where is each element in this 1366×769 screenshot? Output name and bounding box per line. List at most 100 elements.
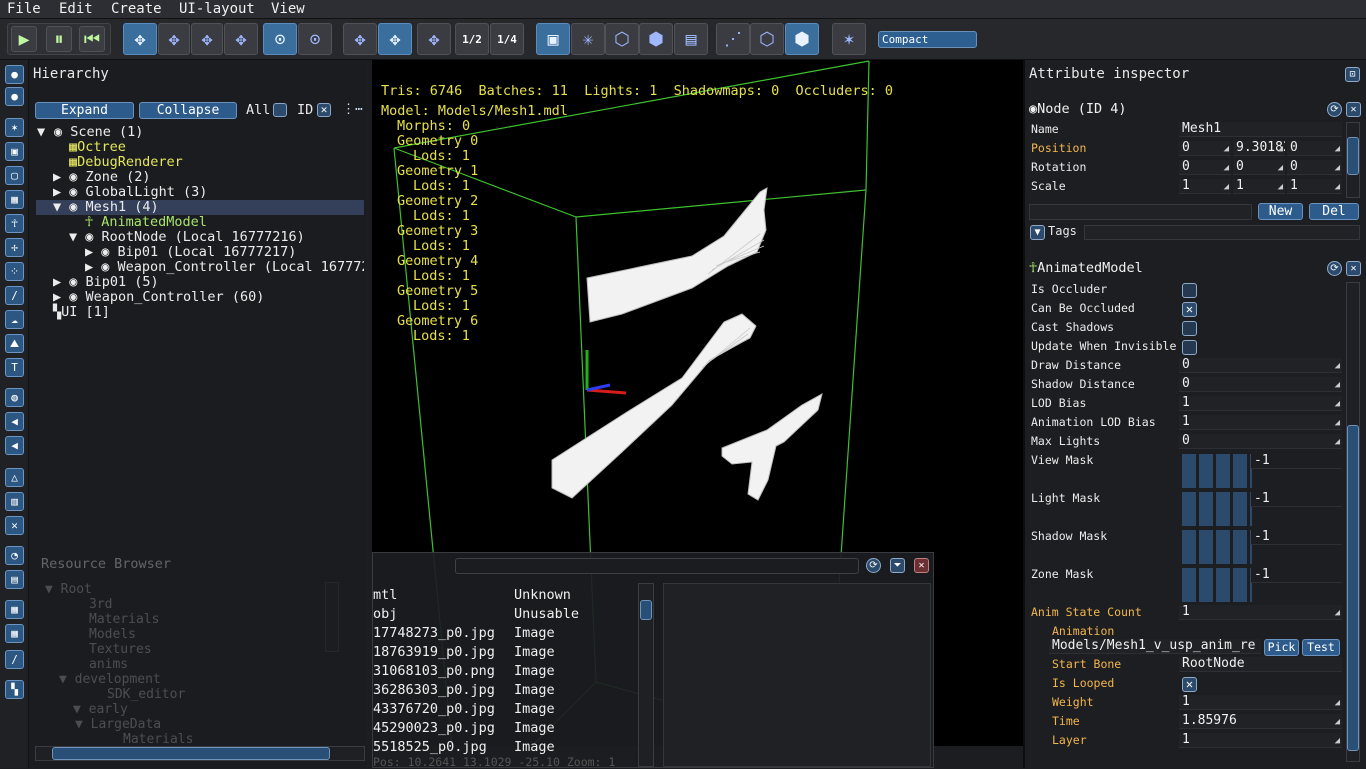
refresh-icon[interactable]: ⟳ [866, 558, 881, 573]
menu-file[interactable]: File [7, 1, 41, 17]
resource-item[interactable]: 3rd [89, 597, 112, 612]
remove-node-icon[interactable]: ✕ [1346, 102, 1361, 117]
create-terrain-icon[interactable]: ⛰ [5, 334, 24, 353]
test-animation-button[interactable]: Test [1302, 639, 1340, 656]
snap-quarter-icon[interactable]: 1/4 [490, 23, 524, 55]
file-row[interactable]: 45290023_p0.jpg [373, 720, 495, 736]
close-icon[interactable]: ✕ [914, 558, 929, 573]
snap-half-icon[interactable]: 1/2 [455, 23, 489, 55]
position-z-field[interactable]: 0 ◢ [1287, 141, 1342, 156]
create-replicated-icon[interactable]: ● [5, 87, 24, 106]
create-listener-icon[interactable]: ◀ [5, 436, 24, 455]
max-lights-field[interactable]: 0 ◢ [1179, 434, 1342, 449]
animation-field[interactable]: Models/Mesh1_v_usp_anim_re [1049, 639, 1261, 654]
lod-bias-field[interactable]: 1 ◢ [1179, 396, 1342, 411]
create-constraint-icon[interactable]: ▥ [5, 492, 24, 511]
view-mask-bits[interactable] [1182, 454, 1252, 488]
create-slider-icon[interactable]: ∕ [5, 650, 24, 669]
menu-edit[interactable]: Edit [59, 1, 93, 17]
light-mask-bits[interactable] [1182, 492, 1252, 526]
resource-item[interactable]: ▼ Root [45, 582, 92, 597]
menu-create[interactable]: Create [111, 1, 162, 17]
tree-node-zone[interactable]: ▶ ◉ Zone (2) [53, 169, 151, 185]
name-field[interactable]: Mesh1 [1179, 122, 1342, 137]
resource-item[interactable]: Models [89, 627, 136, 642]
pick-rigidbodies-icon[interactable]: ⬢ [639, 23, 673, 55]
tree-node-debugrenderer[interactable]: ▦DebugRenderer [69, 154, 183, 170]
rotation-x-field[interactable]: 0 ◢ [1179, 160, 1231, 175]
menu-ui-layout[interactable]: UI-layout [179, 1, 255, 17]
resource-item[interactable]: ▼ LargeData [75, 717, 161, 732]
create-sky-icon[interactable]: ☁ [5, 310, 24, 329]
create-speaker-icon[interactable]: ◀ [5, 412, 24, 431]
pick-geometry-icon[interactable]: ▣ [536, 23, 570, 55]
expand-arrow-icon[interactable]: ▼ [37, 124, 45, 140]
scale-x-field[interactable]: 1 ◢ [1179, 179, 1231, 194]
tree-node-weapon-controller-local[interactable]: ▶ ◉ Weapon_Controller (Local 167772 [85, 259, 364, 275]
node-attr-scrollbar[interactable] [1346, 122, 1360, 198]
shadow-distance-field[interactable]: 0 ◢ [1179, 377, 1342, 392]
create-node-icon[interactable]: ● [5, 65, 24, 84]
layer-field[interactable]: 1 ◢ [1179, 733, 1342, 748]
position-x-field[interactable]: 0 ◢ [1179, 141, 1231, 156]
tree-node-octree[interactable]: ▦Octree [69, 139, 126, 155]
tree-node-scene[interactable]: ◉ Scene (1) [54, 124, 143, 140]
is-looped-checkbox[interactable]: ✕ [1182, 677, 1197, 692]
fill-solid-icon[interactable]: ⬢ [785, 23, 819, 55]
create-navigation-icon[interactable]: ◔ [5, 546, 24, 565]
snap-scale-icon[interactable]: ✥ [417, 23, 451, 55]
create-billboard-icon[interactable]: ▦ [5, 190, 24, 209]
local-axis-icon[interactable]: ⊙ [263, 23, 297, 55]
rewind-icon[interactable]: ⏮ [79, 26, 105, 52]
zone-mask-value[interactable]: -1 [1251, 568, 1342, 583]
create-list-icon[interactable]: ▚ [5, 680, 24, 699]
filter-icon[interactable]: ⏷ [890, 558, 905, 573]
rotate-tool-icon[interactable]: ✥ [158, 23, 190, 55]
create-window-icon[interactable]: ▦ [5, 624, 24, 643]
tree-node-mesh1[interactable]: ▼ ◉ Mesh1 (4) [53, 199, 159, 215]
remove-component-icon[interactable]: ✕ [1346, 261, 1361, 276]
move-tool-icon[interactable]: ✥ [123, 23, 157, 55]
create-emitter-icon[interactable]: ⁘ [5, 262, 24, 281]
snap-rotate-icon[interactable]: ✥ [378, 23, 412, 55]
pick-animation-button[interactable]: Pick [1264, 639, 1299, 656]
resource-item[interactable]: Materials [123, 732, 193, 747]
pick-lights-icon[interactable]: ✳ [571, 23, 605, 55]
is-occluder-checkbox[interactable] [1182, 283, 1197, 298]
tree-node-globallight[interactable]: ▶ ◉ GlobalLight (3) [53, 184, 207, 200]
draw-distance-field[interactable]: 0 ◢ [1179, 358, 1342, 373]
create-particle-icon[interactable]: ✢ [5, 238, 24, 257]
resource-item[interactable]: SDK_editor [107, 687, 185, 702]
tree-node-weapon-controller[interactable]: ▶ ◉ Weapon_Controller (60) [53, 289, 264, 305]
resource-item[interactable]: ▼ early [73, 702, 128, 717]
expand-button[interactable]: Expand [35, 102, 134, 119]
anim-lod-bias-field[interactable]: 1 ◢ [1179, 415, 1342, 430]
tree-node-animatedmodel[interactable]: ☥ AnimatedModel [85, 214, 207, 230]
light-settings-icon[interactable]: ✶ [832, 23, 866, 55]
node-attr-scroll-thumb[interactable] [1347, 137, 1359, 175]
create-ui-icon[interactable]: ▦ [5, 600, 24, 619]
all-checkbox[interactable] [273, 103, 287, 117]
cast-shadows-checkbox[interactable] [1182, 321, 1197, 336]
create-ribbon-icon[interactable]: ∕ [5, 286, 24, 305]
tree-view-icon[interactable]: ⋮⋯ [342, 102, 363, 117]
pause-icon[interactable]: ⏸ [46, 26, 72, 52]
light-mask-value[interactable]: -1 [1251, 492, 1342, 507]
hierarchy-hscrollbar[interactable] [35, 746, 365, 761]
menu-view[interactable]: View [271, 1, 305, 17]
lock-icon[interactable]: ⊡ [1345, 67, 1360, 82]
resource-item[interactable]: Textures [89, 642, 152, 657]
file-row[interactable]: 18763919_p0.jpg [373, 644, 495, 660]
play-icon[interactable]: ▶ [11, 26, 37, 52]
tag-input[interactable] [1029, 204, 1252, 220]
resource-item[interactable]: Materials [89, 612, 159, 627]
resource-scrollbar[interactable] [325, 582, 339, 652]
shadow-mask-bits[interactable] [1182, 530, 1252, 564]
snap-move-icon[interactable]: ✥ [343, 23, 377, 55]
file-row[interactable]: obj [373, 606, 397, 622]
create-box-icon[interactable]: ▢ [5, 166, 24, 185]
fill-points-icon[interactable]: ⋰ [716, 23, 750, 55]
create-text-icon[interactable]: T [5, 358, 24, 377]
update-invisible-checkbox[interactable] [1182, 340, 1197, 355]
create-animated-icon[interactable]: ☥ [5, 214, 24, 233]
